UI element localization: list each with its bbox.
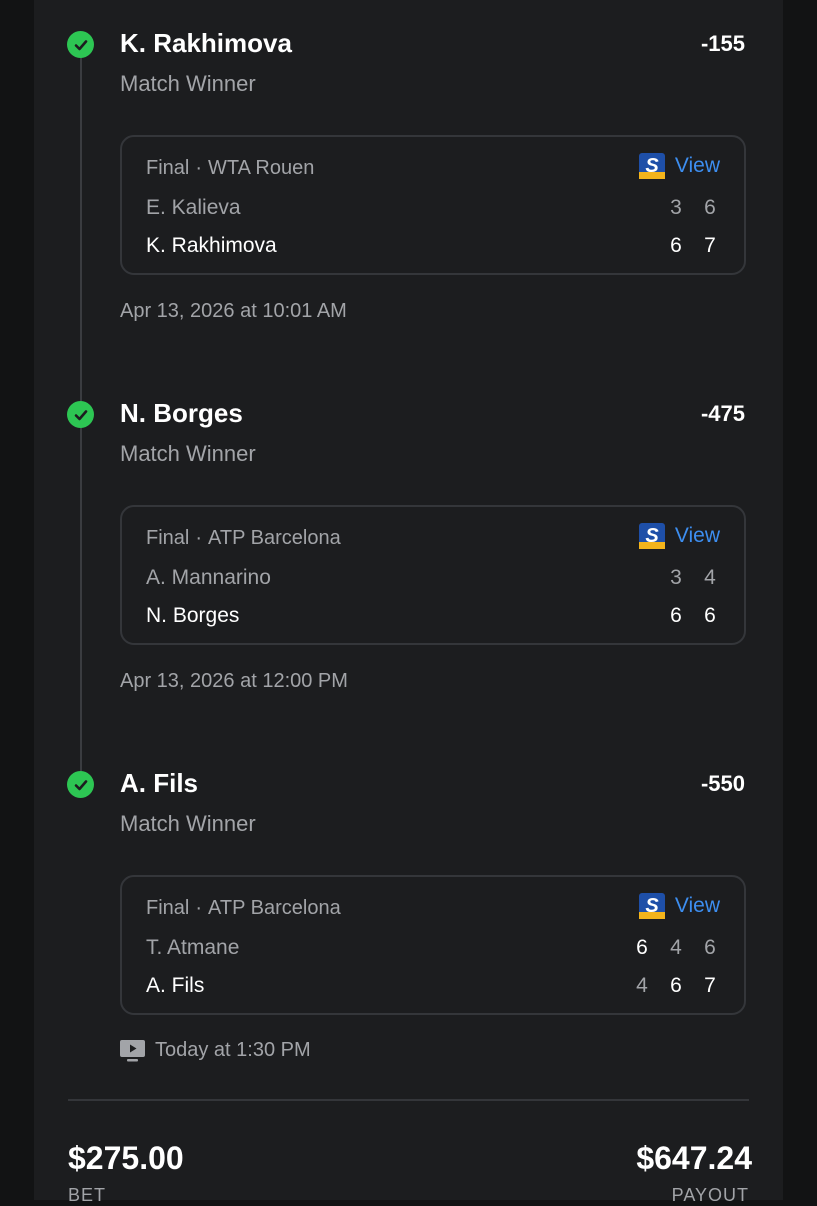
view-match-button[interactable]: S View (638, 523, 720, 549)
leg-player: N. Borges (120, 398, 243, 428)
s-logo-icon: S (638, 153, 665, 179)
set-score: 4 (670, 936, 682, 959)
set-score: 4 (636, 974, 648, 997)
set-score: 3 (670, 196, 682, 219)
set-scores: 6 6 (666, 604, 720, 628)
score-row: A. Mannarino 3 4 (146, 563, 720, 593)
tournament-name: WTA Rouen (208, 157, 315, 179)
score-row: T. Atmane 6 4 6 (146, 933, 720, 963)
check-circle-icon (67, 31, 94, 58)
tournament-name: ATP Barcelona (208, 527, 341, 549)
view-label: View (674, 524, 720, 547)
view-label: View (674, 894, 720, 917)
separator: · (195, 157, 203, 179)
match-score-box: Final · WTA Rouen S View E. Kalieva 3 6 K.… (120, 135, 746, 275)
set-score: 3 (670, 566, 682, 589)
set-scores: 6 4 6 (632, 936, 720, 960)
set-scores: 6 7 (666, 234, 720, 258)
svg-text:S: S (645, 525, 659, 547)
set-scores: 3 6 (666, 196, 720, 220)
score-row: A. Fils 4 6 7 (146, 971, 720, 1001)
separator: · (195, 897, 203, 919)
check-circle-icon (67, 771, 94, 798)
match-status: Final (146, 897, 190, 919)
match-score-box: Final · ATP Barcelona S View A. Mannarino … (120, 505, 746, 645)
player-name: K. Rakhimova (146, 234, 277, 257)
set-scores: 3 4 (666, 566, 720, 590)
player-name: E. Kalieva (146, 196, 241, 219)
svg-text:S: S (645, 155, 659, 177)
player-name: A. Fils (146, 974, 205, 997)
view-match-button[interactable]: S View (638, 153, 720, 179)
tournament-name: ATP Barcelona (208, 897, 341, 919)
set-score: 6 (704, 196, 716, 219)
set-score: 7 (704, 234, 716, 257)
leg-odds: -475 (700, 401, 745, 426)
player-name: N. Borges (146, 604, 240, 627)
match-score-box: Final · ATP Barcelona S View T. Atmane 6 4… (120, 875, 746, 1015)
set-score: 6 (704, 604, 716, 627)
payout-label: PAYOUT (671, 1185, 749, 1205)
payout-amount: $647.24 (636, 1140, 752, 1176)
match-status: Final (146, 527, 190, 549)
svg-text:S: S (645, 895, 659, 917)
view-match-button[interactable]: S View (638, 893, 720, 919)
set-score: 6 (636, 936, 648, 959)
leg-market: Match Winner (120, 71, 256, 96)
match-header: Final · ATP Barcelona (146, 897, 341, 920)
set-score: 6 (670, 604, 682, 627)
s-logo-icon: S (638, 893, 665, 919)
match-status: Final (146, 157, 190, 179)
bet-label: BET (68, 1185, 107, 1205)
leg-date: Today at 1:30 PM (120, 1039, 311, 1062)
summary-divider (68, 1099, 749, 1101)
match-header: Final · WTA Rouen (146, 157, 314, 180)
set-scores: 4 6 7 (632, 974, 720, 998)
set-score: 4 (704, 566, 716, 589)
leg-date-text: Today at 1:30 PM (155, 1039, 311, 1061)
view-label: View (674, 154, 720, 177)
set-score: 6 (670, 234, 682, 257)
match-header: Final · ATP Barcelona (146, 527, 341, 550)
set-score: 6 (670, 974, 682, 997)
leg-player: K. Rakhimova (120, 28, 292, 58)
leg-date: Apr 13, 2026 at 12:00 PM (120, 670, 348, 692)
player-name: A. Mannarino (146, 566, 271, 589)
bet-amount: $275.00 (68, 1140, 184, 1176)
score-row: N. Borges 6 6 (146, 601, 720, 631)
leg-odds: -155 (700, 31, 745, 56)
score-row: K. Rakhimova 6 7 (146, 231, 720, 261)
set-score: 6 (704, 936, 716, 959)
separator: · (195, 527, 203, 549)
player-name: T. Atmane (146, 936, 240, 959)
s-logo-icon: S (638, 523, 665, 549)
check-circle-icon (67, 401, 94, 428)
leg-market: Match Winner (120, 811, 256, 836)
score-row: E. Kalieva 3 6 (146, 193, 720, 223)
leg-date: Apr 13, 2026 at 10:01 AM (120, 300, 347, 322)
set-score: 7 (704, 974, 716, 997)
leg-player: A. Fils (120, 768, 199, 798)
leg-odds: -550 (700, 771, 745, 796)
tv-play-icon (120, 1039, 145, 1061)
leg-market: Match Winner (120, 441, 256, 466)
